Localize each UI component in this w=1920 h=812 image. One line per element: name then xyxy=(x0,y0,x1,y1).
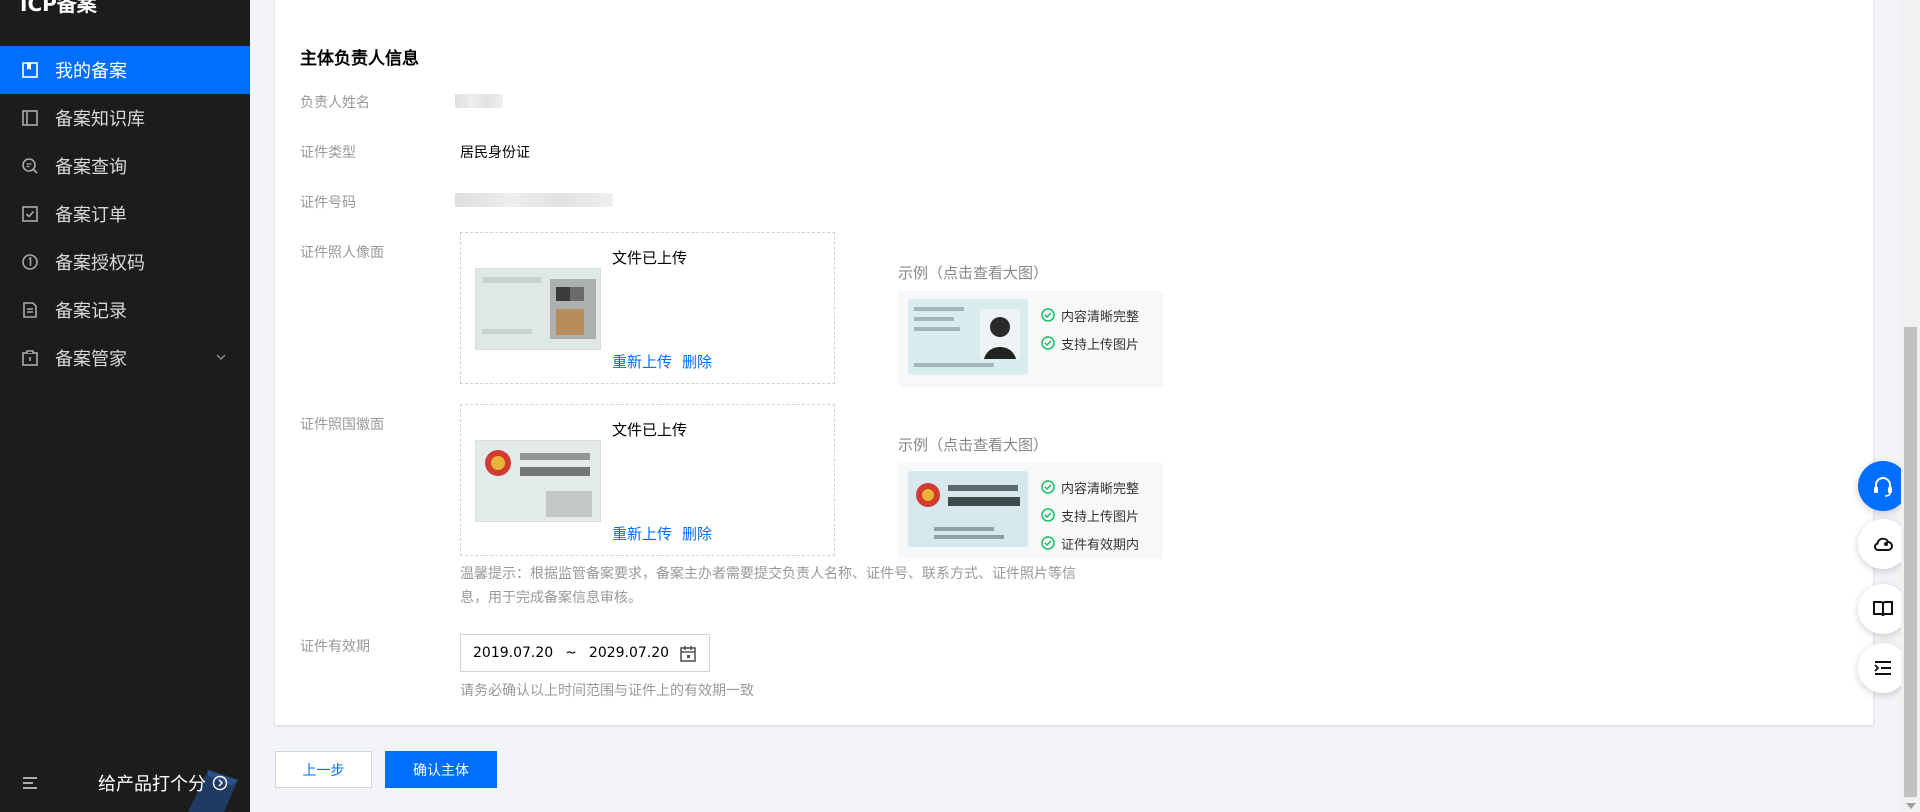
check-label: 内容清晰完整 xyxy=(1061,481,1140,497)
sidebar-item-label: 备案订单 xyxy=(55,205,127,226)
main-card: 主体负责人信息 负责人姓名 证件类型 居民身份证 证件号码 证件照人像面 文件已… xyxy=(275,0,1873,725)
check-label: 支持上传图片 xyxy=(1061,509,1140,525)
headset-icon xyxy=(1874,477,1892,497)
previous-step-button[interactable]: 上一步 xyxy=(275,751,372,788)
upload-status: 文件已上传 xyxy=(612,249,688,267)
sidebar-item-my-filing[interactable]: 我的备案 xyxy=(0,46,250,94)
validity-label: 证件有效期 xyxy=(300,639,370,655)
delete-link[interactable]: 删除 xyxy=(682,351,712,372)
example-checklist: 内容清晰完整 支持上传图片 xyxy=(1041,301,1139,357)
check-label: 证件有效期内 xyxy=(1061,537,1140,553)
name-value-redacted xyxy=(455,94,503,108)
briefcase-icon xyxy=(22,350,38,366)
example-check-item: 内容清晰完整 xyxy=(1041,473,1139,501)
checkbox-list-icon xyxy=(22,206,38,222)
reupload-link[interactable]: 重新上传 xyxy=(612,351,672,372)
sidebar-nav: 我的备案 备案知识库 备案查询 备案订单 备案授权码 备案记录 备案管家 xyxy=(0,46,250,382)
sidebar-item-steward[interactable]: 备案管家 xyxy=(0,334,250,382)
check-circle-icon xyxy=(1041,508,1055,522)
name-label: 负责人姓名 xyxy=(300,95,370,111)
rate-product-label: 给产品打个分 xyxy=(98,774,206,795)
id-back-label: 证件照国徽面 xyxy=(300,417,384,433)
check-circle-icon xyxy=(1041,480,1055,494)
id-front-upload[interactable]: 文件已上传 重新上传 删除 xyxy=(460,232,835,384)
example-box: 内容清晰完整 支持上传图片 证件有效期内 xyxy=(898,463,1163,559)
validity-end: 2029.07.20 xyxy=(588,645,670,661)
id-back-thumbnail[interactable] xyxy=(475,440,601,522)
document-icon xyxy=(23,302,37,318)
sidebar-item-label: 备案查询 xyxy=(55,157,127,178)
upload-actions: 重新上传 删除 xyxy=(612,523,712,544)
sidebar-item-label: 备案管家 xyxy=(55,349,127,370)
id-card-front-image xyxy=(476,269,600,349)
example-check-item: 支持上传图片 xyxy=(1041,501,1139,529)
sidebar-item-records[interactable]: 备案记录 xyxy=(0,286,250,334)
check-circle-icon xyxy=(1041,336,1055,350)
number-circle-icon xyxy=(22,254,38,270)
page-scrollbar[interactable] xyxy=(1901,0,1920,812)
delete-link[interactable]: 删除 xyxy=(682,523,712,544)
sidebar-item-label: 我的备案 xyxy=(55,61,127,82)
example-check-item: 证件有效期内 xyxy=(1041,529,1139,557)
sidebar-item-auth-code[interactable]: 备案授权码 xyxy=(0,238,250,286)
id-back-upload[interactable]: 文件已上传 重新上传 删除 xyxy=(460,404,835,556)
scroll-down-icon[interactable] xyxy=(1906,803,1916,809)
sidebar-item-label: 备案记录 xyxy=(55,301,127,322)
validity-hint: 请务必确认以上时间范围与证件上的有效期一致 xyxy=(460,683,754,699)
sample-id-back-image[interactable] xyxy=(908,471,1028,547)
example-check-item: 支持上传图片 xyxy=(1041,329,1139,357)
check-circle-icon xyxy=(1041,536,1055,550)
sample-id-front-image[interactable] xyxy=(908,299,1028,375)
sidebar-item-label: 备案知识库 xyxy=(55,109,145,130)
open-book-icon xyxy=(1873,601,1893,617)
scrollbar-thumb[interactable] xyxy=(1904,327,1917,797)
example-checklist: 内容清晰完整 支持上传图片 证件有效期内 xyxy=(1041,473,1139,557)
check-circle-icon xyxy=(1041,308,1055,322)
validity-start: 2019.07.20 xyxy=(473,645,554,661)
date-separator: ~ xyxy=(565,645,577,661)
upload-actions: 重新上传 删除 xyxy=(612,351,712,372)
warm-tip: 温馨提示：根据监管备案要求，备案主办者需要提交负责人名称、证件号、联系方式、证件… xyxy=(460,566,1076,606)
example-title: 示例（点击查看大图） xyxy=(898,264,1049,282)
rate-product-link[interactable]: 给产品打个分 xyxy=(98,770,228,796)
arrow-circle-right-icon xyxy=(212,775,228,791)
id-card-back-image xyxy=(476,441,600,521)
collapse-menu-icon[interactable] xyxy=(21,774,39,792)
reupload-link[interactable]: 重新上传 xyxy=(612,523,672,544)
check-label: 支持上传图片 xyxy=(1061,337,1140,353)
list-indent-icon xyxy=(1874,661,1891,675)
check-label: 内容清晰完整 xyxy=(1061,309,1140,325)
sidebar-footer: 给产品打个分 xyxy=(0,756,250,812)
section-title: 主体负责人信息 xyxy=(300,49,419,69)
id-front-example[interactable]: 示例（点击查看大图） 内容清晰完整 支持上传图片 xyxy=(898,262,1163,387)
sidebar: ICP备案 我的备案 备案知识库 备案查询 备案订单 备案授权码 备案记录 备案… xyxy=(0,0,250,812)
search-icon xyxy=(22,158,38,174)
confirm-subject-button[interactable]: 确认主体 xyxy=(385,751,497,788)
calendar-icon[interactable] xyxy=(679,645,697,663)
sidebar-item-knowledge-base[interactable]: 备案知识库 xyxy=(0,94,250,142)
cloud-icon xyxy=(1873,537,1893,551)
example-box: 内容清晰完整 支持上传图片 xyxy=(898,291,1163,387)
id-number-value-redacted xyxy=(455,193,613,207)
upload-status: 文件已上传 xyxy=(612,421,688,439)
bookmark-doc-icon xyxy=(22,62,38,78)
id-type-label: 证件类型 xyxy=(300,145,356,161)
sidebar-item-orders[interactable]: 备案订单 xyxy=(0,190,250,238)
id-back-example[interactable]: 示例（点击查看大图） 内容清晰完整 支持上传图片 证件有效期内 xyxy=(898,434,1163,559)
id-front-thumbnail[interactable] xyxy=(475,268,601,350)
example-title: 示例（点击查看大图） xyxy=(898,436,1049,454)
id-front-label: 证件照人像面 xyxy=(300,245,384,261)
sidebar-title: ICP备案 xyxy=(20,0,97,16)
validity-date-range-picker[interactable]: 2019.07.20 ~ 2029.07.20 xyxy=(460,634,710,672)
sidebar-item-query[interactable]: 备案查询 xyxy=(0,142,250,190)
sidebar-item-label: 备案授权码 xyxy=(55,253,145,274)
example-check-item: 内容清晰完整 xyxy=(1041,301,1139,329)
id-number-label: 证件号码 xyxy=(300,195,356,211)
book-icon xyxy=(22,110,38,126)
chevron-down-icon[interactable] xyxy=(214,350,228,364)
id-type-value: 居民身份证 xyxy=(460,145,530,161)
